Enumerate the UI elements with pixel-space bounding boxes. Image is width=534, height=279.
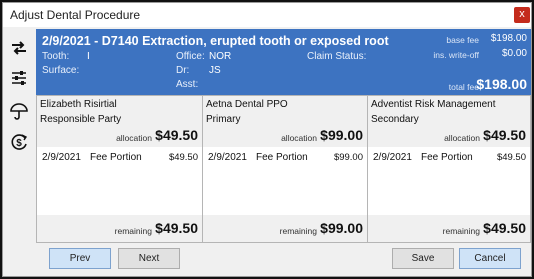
allocation-label: allocation (116, 133, 152, 143)
panel-header: Aetna Dental PPO Primary allocation $99.… (203, 96, 367, 147)
asst-label: Asst: (176, 79, 199, 90)
panel-footer: remaining $49.50 (368, 215, 530, 242)
row-amount: $49.50 (168, 152, 198, 163)
total-fee-label: total fee (448, 82, 479, 92)
dr-value: JS (209, 65, 221, 76)
adjust-dental-procedure-dialog: Adjust Dental Procedure x $ 2/9/2021 - D… (2, 2, 532, 277)
allocation-value: $49.50 (483, 127, 526, 143)
panel-primary-insurance: Aetna Dental PPO Primary allocation $99.… (203, 96, 367, 242)
panel-footer: remaining $99.00 (203, 215, 367, 242)
allocation-label: allocation (281, 133, 317, 143)
next-button[interactable]: Next (118, 248, 180, 269)
payer-role: Secondary (371, 114, 419, 125)
procedure-header: 2/9/2021 - D7140 Extraction, erupted too… (36, 29, 531, 95)
dollar-refresh-icon[interactable]: $ (9, 132, 29, 152)
remaining-label: remaining (279, 226, 317, 236)
allocation-value: $49.50 (155, 127, 198, 143)
row-amount: $49.50 (496, 152, 526, 163)
procedure-title: 2/9/2021 - D7140 Extraction, erupted too… (42, 34, 389, 48)
save-button[interactable]: Save (392, 248, 454, 269)
row-date: 2/9/2021 (42, 152, 81, 163)
umbrella-icon[interactable] (9, 101, 29, 121)
row-date: 2/9/2021 (373, 152, 412, 163)
title-bar: Adjust Dental Procedure x (3, 3, 531, 27)
allocation-panels: Elizabeth Risirtial Responsible Party al… (36, 95, 531, 243)
remaining-value: $99.00 (320, 220, 363, 236)
svg-text:$: $ (16, 138, 22, 149)
panel-responsible-party: Elizabeth Risirtial Responsible Party al… (37, 96, 202, 242)
surface-label: Surface: (42, 65, 80, 76)
row-date: 2/9/2021 (208, 152, 247, 163)
panel-header: Elizabeth Risirtial Responsible Party al… (37, 96, 202, 147)
swap-arrows-icon[interactable] (9, 38, 29, 58)
row-amount: $99.00 (333, 152, 363, 163)
tooth-value: I (87, 51, 90, 62)
payer-role: Responsible Party (40, 114, 122, 125)
remaining-label: remaining (442, 226, 480, 236)
panel-secondary-insurance: Adventist Risk Management Secondary allo… (368, 96, 530, 242)
office-value: NOR (209, 51, 232, 62)
base-fee-label: base fee (446, 35, 479, 45)
base-fee-value: $198.00 (490, 33, 527, 44)
prev-button[interactable]: Prev (49, 248, 111, 269)
write-off-label: ins. write-off (433, 50, 479, 60)
window-title: Adjust Dental Procedure (10, 8, 141, 22)
panel-footer: remaining $49.50 (37, 215, 202, 242)
panel-header: Adventist Risk Management Secondary allo… (368, 96, 530, 147)
remaining-value: $49.50 (483, 220, 526, 236)
office-label: Office: (176, 51, 205, 62)
allocation-value: $99.00 (320, 127, 363, 143)
payer-name: Adventist Risk Management (371, 99, 496, 110)
remaining-value: $49.50 (155, 220, 198, 236)
close-button[interactable]: x (514, 7, 530, 23)
remaining-label: remaining (114, 226, 152, 236)
allocation-label: allocation (444, 133, 480, 143)
tooth-label: Tooth: (42, 51, 70, 62)
row-description: Fee Portion (90, 152, 142, 163)
payer-name: Elizabeth Risirtial (40, 99, 117, 110)
row-description: Fee Portion (256, 152, 308, 163)
row-description: Fee Portion (421, 152, 473, 163)
cancel-button[interactable]: Cancel (459, 248, 521, 269)
sliders-icon[interactable] (9, 68, 29, 88)
write-off-value: $0.00 (501, 48, 527, 59)
claim-status-label: Claim Status: (307, 51, 367, 62)
dr-label: Dr: (176, 65, 190, 76)
payer-name: Aetna Dental PPO (206, 99, 288, 110)
payer-role: Primary (206, 114, 241, 125)
side-toolbar: $ (3, 27, 35, 239)
total-fee-value: $198.00 (476, 76, 527, 92)
